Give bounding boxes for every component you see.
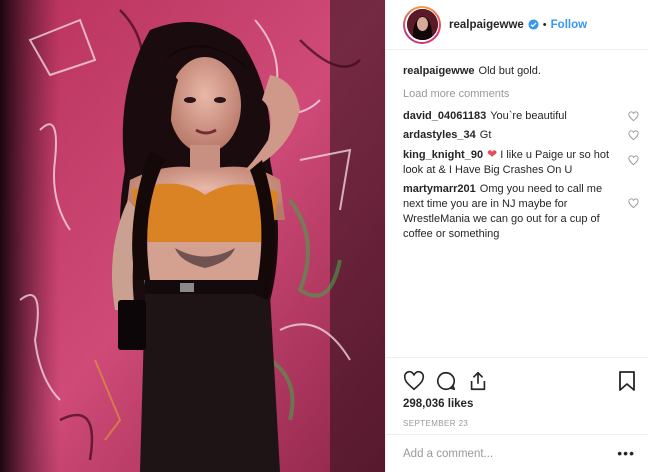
comment-text: You`re beautiful <box>490 110 567 122</box>
photo-image <box>0 0 385 472</box>
avatar[interactable] <box>403 5 441 44</box>
caption: realpaigewwe Old but gold. <box>403 64 633 79</box>
comment-username[interactable]: david_04061183 <box>403 110 486 122</box>
verified-badge-icon <box>528 19 539 30</box>
share-icon[interactable] <box>467 370 489 392</box>
post-photo[interactable] <box>0 0 385 472</box>
comment-like-heart-icon[interactable] <box>628 111 639 122</box>
comment-icon[interactable] <box>435 370 457 392</box>
bookmark-icon[interactable] <box>617 370 637 392</box>
comment-username[interactable]: ardastyles_34 <box>403 129 476 141</box>
action-icons <box>403 370 489 392</box>
list-item: martymarr201 Omg you need to call me next… <box>403 182 639 242</box>
comment-username[interactable]: king_knight_90 <box>403 149 483 161</box>
post-side-panel: realpaigewwe • Follow realpaigewwe Old bu… <box>385 0 648 472</box>
comment-input[interactable] <box>403 447 603 460</box>
post-header: realpaigewwe • Follow <box>386 0 648 50</box>
caption-text: Old but gold. <box>478 65 541 77</box>
load-more-comments-button[interactable]: Load more comments <box>403 87 633 102</box>
red-heart-emoji-icon: ❤ <box>487 147 498 161</box>
comment-like-heart-icon[interactable] <box>628 130 639 141</box>
list-item: ardastyles_34 Gt <box>403 128 639 143</box>
post-actions: 298,036 likes SEPTEMBER 23 <box>386 357 648 428</box>
add-comment-bar: ••• <box>386 434 648 472</box>
comment-like-heart-icon[interactable] <box>628 198 639 209</box>
more-options-button[interactable]: ••• <box>617 445 635 461</box>
instagram-post: realpaigewwe • Follow realpaigewwe Old bu… <box>0 0 648 472</box>
avatar-image <box>406 9 438 40</box>
author-username[interactable]: realpaigewwe <box>449 19 524 31</box>
header-separator: • <box>542 18 547 31</box>
heart-icon[interactable] <box>403 370 425 392</box>
comment-username[interactable]: martymarr201 <box>403 183 476 195</box>
caption-username[interactable]: realpaigewwe <box>403 65 475 77</box>
follow-button[interactable]: Follow <box>551 19 587 31</box>
comment-text: Gt <box>479 129 492 141</box>
post-date[interactable]: SEPTEMBER 23 <box>403 419 468 428</box>
list-item: david_04061183 You`re beautiful <box>403 109 639 124</box>
list-item: king_knight_90 ❤ I like u Paige ur so hot… <box>403 147 639 178</box>
likes-count[interactable]: 298,036 likes <box>403 398 473 410</box>
comments-list: realpaigewwe Old but gold. Load more comm… <box>403 64 639 242</box>
comment-like-heart-icon[interactable] <box>628 155 639 166</box>
